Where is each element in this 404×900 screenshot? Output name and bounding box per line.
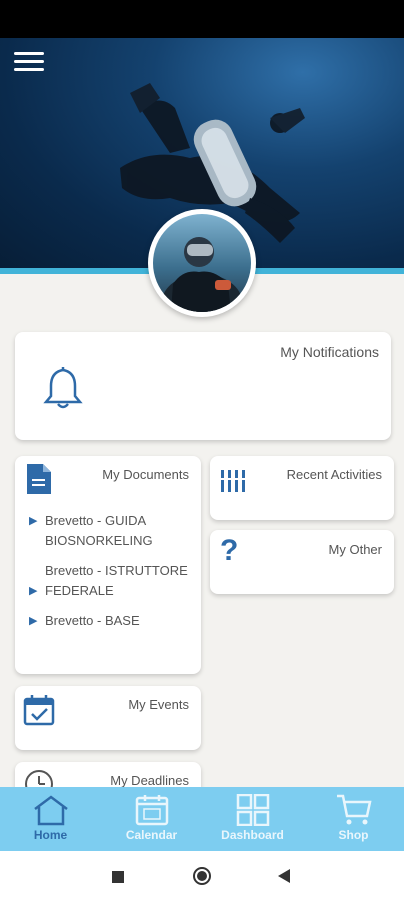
documents-list: ▶ Brevetto - GUIDA BIOSNORKELING ▶ Brevett…	[29, 511, 197, 641]
hamburger-icon[interactable]	[14, 52, 44, 74]
my-other-card[interactable]: ? My Other	[210, 530, 394, 594]
back-icon[interactable]	[278, 869, 290, 888]
bars-icon	[220, 468, 250, 499]
my-other-title: My Other	[328, 542, 382, 557]
events-card[interactable]: My Events	[15, 686, 201, 750]
calendar-check-icon	[23, 694, 55, 731]
tab-calendar[interactable]: Calendar	[101, 787, 202, 851]
recents-icon[interactable]	[112, 870, 124, 888]
triangle-icon: ▶	[29, 585, 38, 597]
recent-activities-card[interactable]: Recent Activities	[210, 456, 394, 520]
events-title: My Events	[128, 697, 189, 712]
notifications-title: My Notifications	[280, 344, 379, 360]
documents-card[interactable]: My Documents ▶ Brevetto - GUIDA BIOSNORKE…	[15, 456, 201, 674]
document-icon	[25, 462, 53, 501]
triangle-icon: ▶	[29, 615, 38, 627]
bell-icon	[43, 366, 83, 415]
documents-title: My Documents	[102, 467, 189, 482]
document-item[interactable]: ▶ Brevetto - ISTRUTTORE FEDERALE	[29, 561, 197, 601]
calendar-icon	[135, 795, 168, 826]
document-item[interactable]: ▶ Brevetto - BASE	[29, 611, 197, 631]
home-icon	[33, 795, 68, 826]
notifications-card[interactable]: My Notifications	[15, 332, 391, 440]
avatar[interactable]	[148, 209, 256, 317]
tab-home[interactable]: Home	[0, 787, 101, 851]
status-bar	[0, 0, 404, 38]
dashboard-icon	[236, 794, 269, 826]
question-icon: ?	[220, 534, 239, 567]
recent-activities-title: Recent Activities	[286, 467, 382, 482]
system-nav-bar	[0, 851, 404, 900]
avatar-photo	[162, 237, 242, 312]
deadlines-title: My Deadlines	[110, 773, 189, 788]
triangle-icon: ▶	[29, 515, 38, 527]
tab-shop[interactable]: Shop	[303, 787, 404, 851]
document-item[interactable]: ▶ Brevetto - GUIDA BIOSNORKELING	[29, 511, 197, 551]
tab-dashboard[interactable]: Dashboard	[202, 787, 303, 851]
cart-icon	[336, 794, 372, 825]
home-circle-icon[interactable]	[192, 866, 212, 891]
bottom-tab-bar: Home Calendar Dashboard Shop	[0, 787, 404, 851]
